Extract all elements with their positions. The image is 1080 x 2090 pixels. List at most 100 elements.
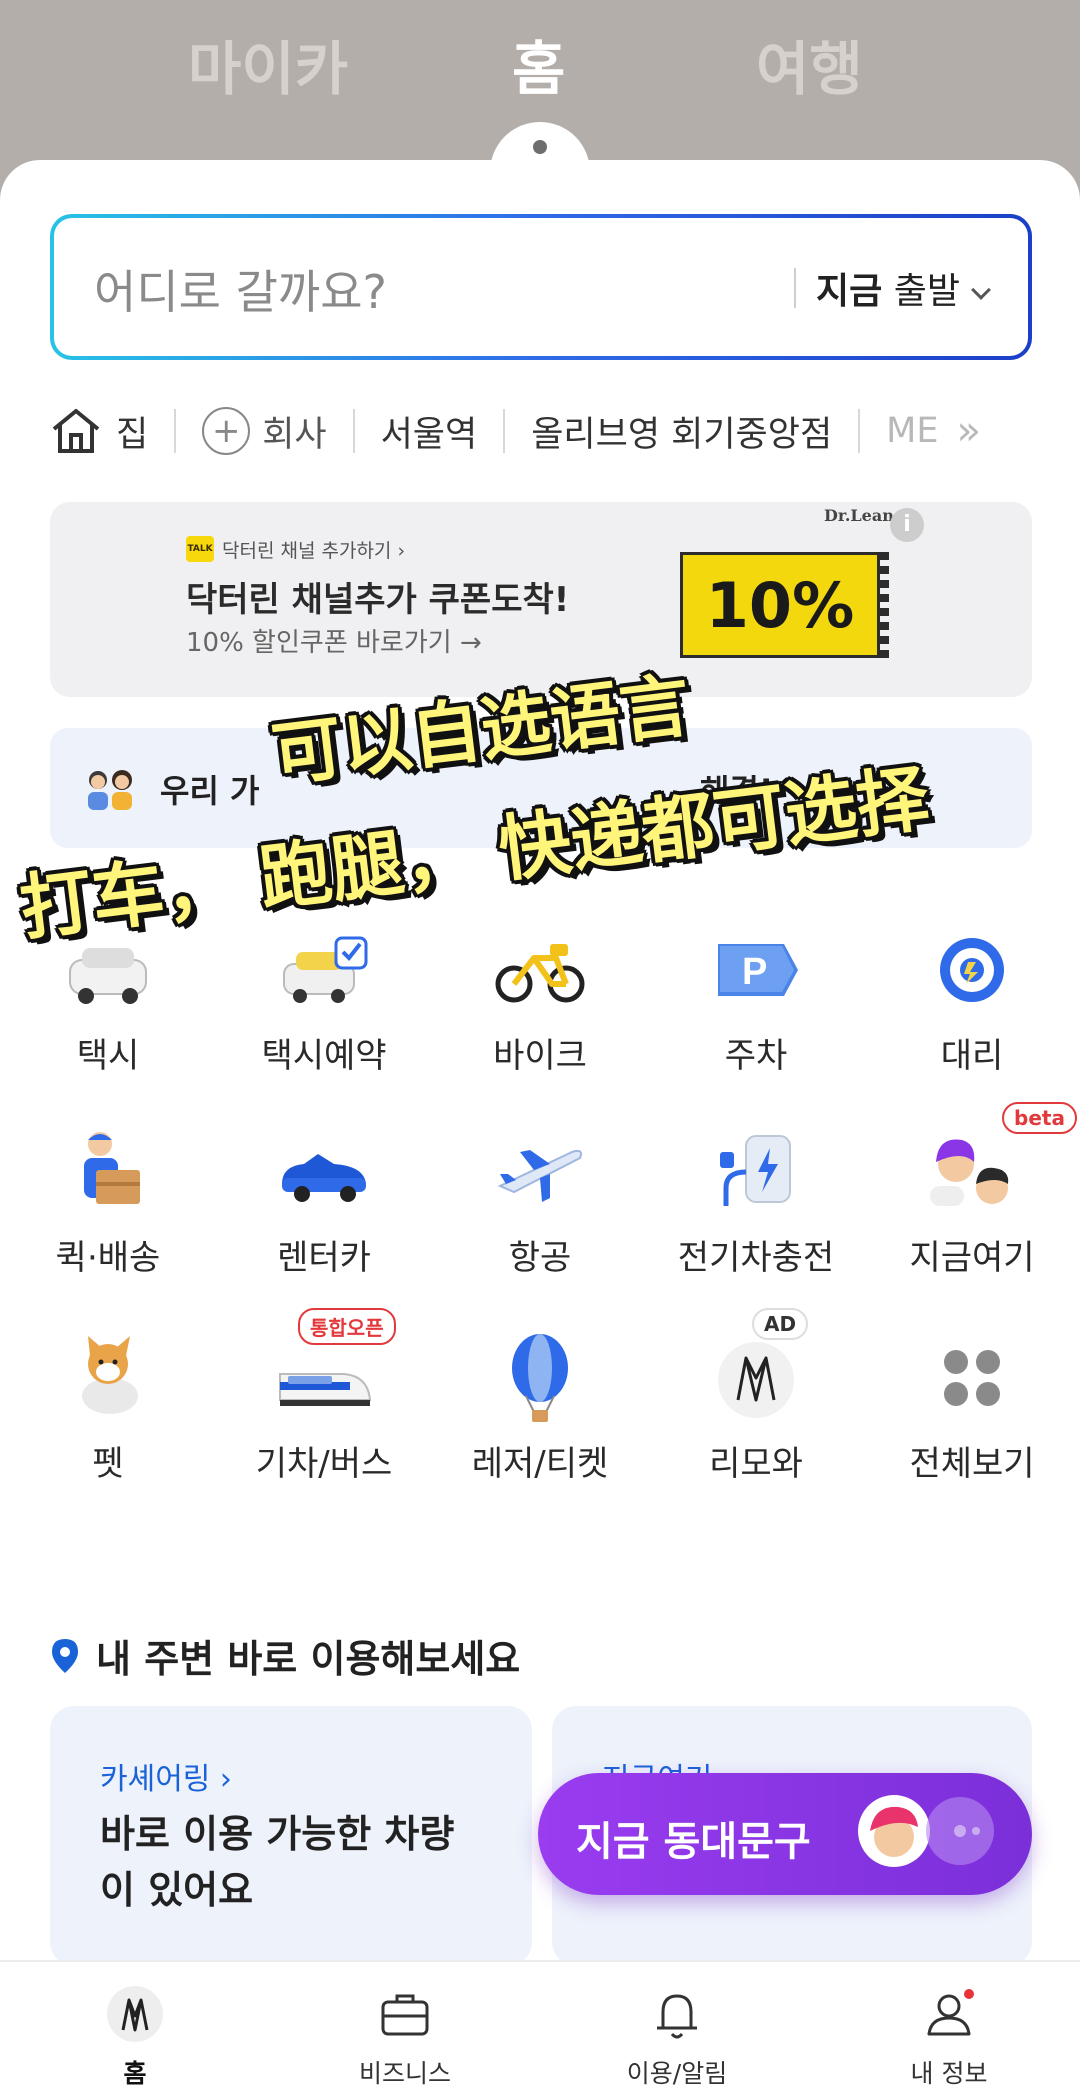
divider	[858, 409, 861, 453]
taxi-reservation-icon	[283, 936, 368, 1003]
current-location-pill[interactable]: 지금 동대문구	[538, 1773, 1032, 1895]
home-logo-icon	[107, 1986, 163, 2042]
service-label: 택시	[76, 1036, 140, 1076]
shortcut-company-label: 회사	[262, 414, 327, 455]
nearby-section-title: 내 주변 바로 이용해보세요	[50, 1628, 520, 1683]
service-rental-car[interactable]: 렌터카	[216, 1122, 432, 1312]
people-chat-icon	[930, 1139, 1009, 1206]
divider	[503, 409, 506, 453]
integrated-open-badge: 통합오픈	[298, 1308, 396, 1345]
nav-activity[interactable]: 이용/알림	[577, 1984, 777, 2090]
convertible-car-icon	[282, 1154, 366, 1202]
banner-channel-label: 닥터린 채널 추가하기 ›	[222, 540, 406, 562]
service-label: 바이크	[493, 1036, 587, 1076]
service-leisure-ticket[interactable]: 레저/티켓	[432, 1328, 648, 1518]
service-label: 지금여기	[909, 1238, 1035, 1278]
search-divider	[794, 268, 796, 308]
service-label: 항공	[508, 1238, 572, 1278]
dog-icon	[82, 1336, 138, 1414]
avatar-icon	[926, 1797, 994, 1865]
active-tab-indicator	[533, 140, 547, 154]
service-label: 렌터카	[277, 1238, 371, 1278]
beta-badge: beta	[1002, 1102, 1077, 1134]
service-train-bus[interactable]: 통합오픈 기차/버스	[216, 1308, 432, 1518]
shortcut-home-label: 집	[116, 414, 149, 455]
departure-time-bold: 지금	[816, 271, 883, 312]
shortcut-company[interactable]: + 회사	[202, 406, 327, 457]
shortcut-oliveyoung[interactable]: 올리브영 회기중앙점	[531, 406, 832, 457]
tab-travel[interactable]: 여행	[756, 22, 863, 106]
brand-logo: Dr.Lean	[824, 506, 894, 525]
service-label: 기차/버스	[255, 1444, 393, 1484]
service-pet[interactable]: 펫	[0, 1328, 216, 1518]
ev-charger-icon	[720, 1135, 791, 1206]
shortcut-home[interactable]: 집	[50, 406, 148, 457]
divider	[174, 409, 177, 453]
airplane-icon	[497, 1149, 582, 1202]
search-placeholder: 어디로 갈까요?	[94, 265, 387, 319]
service-label: 퀵·배송	[55, 1238, 161, 1278]
kakao-talk-icon: TALK	[186, 536, 214, 562]
shortcut-seoul-station[interactable]: 서울역	[381, 406, 478, 457]
service-label: 레저/티켓	[471, 1444, 609, 1484]
service-bike[interactable]: 바이크	[432, 920, 648, 1110]
rimowa-logo-icon	[718, 1342, 794, 1418]
briefcase-icon	[381, 1994, 429, 2036]
house-icon	[52, 409, 100, 453]
nav-home[interactable]: 홈	[35, 1984, 235, 2090]
service-quick-delivery[interactable]: 퀵·배송	[0, 1122, 216, 1312]
nearby-title-text: 내 주변 바로 이용해보세요	[96, 1637, 521, 1681]
nav-label: 홈	[123, 2059, 147, 2088]
grid-icon	[944, 1350, 1000, 1406]
service-driver[interactable]: 대리	[864, 920, 1080, 1110]
bottom-navigation: 홈 비즈니스 이용/알림 내 정보	[0, 1960, 1080, 2090]
departure-time-rest: 출발	[893, 271, 960, 312]
current-location-text: 지금 동대문구	[576, 1819, 811, 1865]
place-shortcuts: 집 + 회사 서울역 올리브영 회기중앙점 ME »	[50, 398, 1050, 464]
service-label: 리모와	[709, 1444, 803, 1484]
service-ev-charging[interactable]: 전기차충전	[648, 1122, 864, 1312]
service-taxi-reservation[interactable]: 택시예약	[216, 920, 432, 1110]
chevron-down-icon	[971, 280, 991, 300]
service-label: 대리	[940, 1036, 1004, 1076]
steering-wheel-icon	[940, 938, 1004, 1002]
hot-air-balloon-icon	[512, 1334, 568, 1422]
service-rimowa[interactable]: AD 리모와	[648, 1308, 864, 1518]
card-text: 바로 이용 가능한 차량이 있어요	[100, 1812, 455, 1912]
service-flight[interactable]: 항공	[432, 1122, 648, 1312]
service-parking[interactable]: P 주차	[648, 920, 864, 1110]
shortcut-more[interactable]: ME	[886, 411, 938, 451]
tab-home[interactable]: 홈	[512, 22, 565, 106]
location-pin-icon	[52, 1638, 78, 1673]
nav-label: 이용/알림	[626, 2059, 728, 2088]
notice-text: 우리 가	[160, 772, 260, 810]
service-label: 전기차충전	[677, 1238, 835, 1278]
nav-business[interactable]: 비즈니스	[305, 1984, 505, 2090]
delivery-person-icon	[84, 1132, 140, 1204]
service-label: 전체보기	[909, 1444, 1035, 1484]
departure-time-selector[interactable]: 지금 출발	[816, 262, 991, 314]
destination-search-box[interactable]: 어디로 갈까요? 지금 출발	[50, 214, 1032, 360]
double-chevron-right-icon[interactable]: »	[956, 408, 980, 454]
divider	[352, 409, 355, 453]
nav-my-info[interactable]: 내 정보	[849, 1984, 1049, 2090]
service-label: 펫	[92, 1444, 124, 1484]
nav-label: 내 정보	[910, 2059, 988, 2088]
nav-label: 비즈니스	[358, 2059, 451, 2088]
svg-text:P: P	[742, 951, 767, 993]
bell-icon	[657, 1994, 697, 2039]
family-icon	[88, 770, 132, 810]
banner-title: 닥터린 채널추가 쿠폰도착!	[186, 580, 570, 620]
ad-badge: AD	[752, 1308, 809, 1340]
service-view-all[interactable]: 전체보기	[864, 1328, 1080, 1518]
card-link[interactable]: 카셰어링 ›	[100, 1754, 232, 1798]
bike-icon	[495, 944, 585, 1003]
tab-mycar[interactable]: 마이카	[188, 22, 348, 106]
service-label: 택시예약	[261, 1036, 387, 1076]
info-icon[interactable]: i	[890, 508, 924, 542]
service-here-now[interactable]: beta 지금여기	[864, 1102, 1080, 1312]
person-icon	[927, 1989, 974, 2036]
service-label: 주차	[724, 1036, 788, 1076]
carsharing-card[interactable]: 카셰어링 › 바로 이용 가능한 차량이 있어요	[50, 1706, 532, 1966]
plus-icon: +	[202, 407, 251, 455]
